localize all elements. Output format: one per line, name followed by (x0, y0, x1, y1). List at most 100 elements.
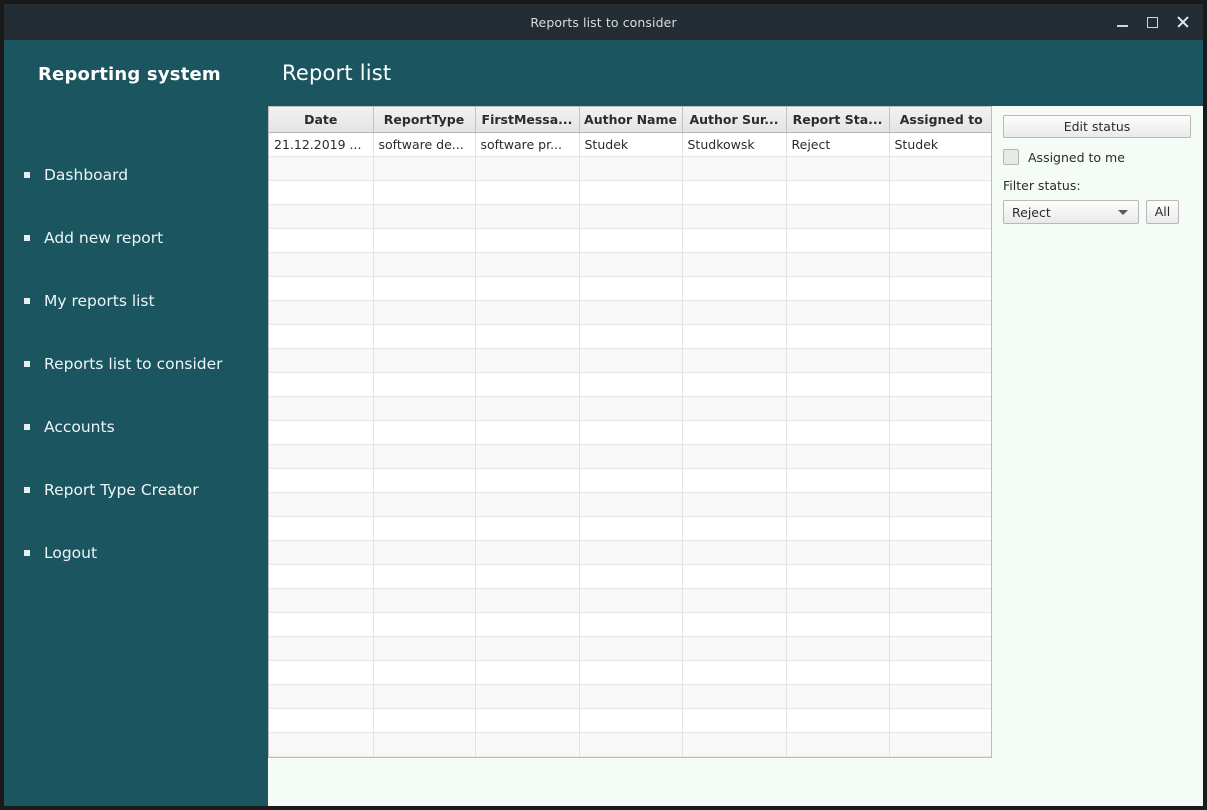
table-cell-empty[interactable] (475, 324, 580, 349)
table-row-empty[interactable] (269, 156, 991, 181)
column-header[interactable]: Assigned to (889, 107, 991, 133)
table-cell-empty[interactable] (889, 204, 991, 229)
table-cell-empty[interactable] (269, 324, 374, 349)
table-cell-empty[interactable] (373, 612, 476, 637)
table-cell-empty[interactable] (889, 276, 991, 301)
table-cell-empty[interactable] (786, 252, 890, 277)
table-row-empty[interactable] (269, 516, 991, 541)
table-cell-empty[interactable] (579, 684, 683, 709)
table-cell-empty[interactable] (373, 444, 476, 469)
table-cell-empty[interactable] (269, 420, 374, 445)
table-cell-empty[interactable] (786, 516, 890, 541)
table-cell-empty[interactable] (786, 276, 890, 301)
table-cell-empty[interactable] (475, 396, 580, 421)
table-cell-empty[interactable] (786, 540, 890, 565)
assigned-to-me-checkbox[interactable] (1003, 149, 1019, 165)
table-cell-empty[interactable] (475, 492, 580, 517)
table-cell-empty[interactable] (475, 612, 580, 637)
table-cell-empty[interactable] (682, 396, 787, 421)
table-row-empty[interactable] (269, 468, 991, 493)
table-cell-empty[interactable] (475, 564, 580, 589)
table-cell-empty[interactable] (889, 564, 991, 589)
table-cell-empty[interactable] (475, 228, 580, 253)
table-row-empty[interactable] (269, 732, 991, 757)
table-cell-empty[interactable] (269, 708, 374, 733)
table-cell-empty[interactable] (889, 396, 991, 421)
table-cell-empty[interactable] (682, 516, 787, 541)
table-cell-empty[interactable] (475, 660, 580, 685)
table-cell-empty[interactable] (269, 180, 374, 205)
table-cell-empty[interactable] (889, 324, 991, 349)
table-cell-empty[interactable] (475, 348, 580, 373)
table-cell-empty[interactable] (889, 468, 991, 493)
table-cell-empty[interactable] (579, 252, 683, 277)
table-row-empty[interactable] (269, 204, 991, 229)
table-cell-empty[interactable] (269, 636, 374, 661)
filter-all-button[interactable]: All (1146, 200, 1179, 224)
table-cell-empty[interactable] (269, 300, 374, 325)
table-cell-empty[interactable] (373, 348, 476, 373)
table-cell-empty[interactable] (373, 660, 476, 685)
table-cell-empty[interactable] (682, 204, 787, 229)
table-cell-empty[interactable] (269, 228, 374, 253)
table-cell-empty[interactable] (269, 660, 374, 685)
table-cell-empty[interactable] (373, 180, 476, 205)
table-cell-empty[interactable] (786, 468, 890, 493)
table-cell-empty[interactable] (475, 588, 580, 613)
table-cell[interactable]: 21.12.2019 ... (269, 132, 374, 157)
table-cell-empty[interactable] (475, 156, 580, 181)
table-cell-empty[interactable] (889, 708, 991, 733)
table-row-empty[interactable] (269, 444, 991, 469)
table-cell-empty[interactable] (373, 636, 476, 661)
table-cell-empty[interactable] (373, 540, 476, 565)
table-cell-empty[interactable] (269, 156, 374, 181)
table-cell-empty[interactable] (475, 708, 580, 733)
table-cell-empty[interactable] (579, 276, 683, 301)
table-cell-empty[interactable] (269, 684, 374, 709)
table-cell-empty[interactable] (682, 444, 787, 469)
table-cell-empty[interactable] (682, 708, 787, 733)
table-cell-empty[interactable] (579, 468, 683, 493)
table-cell-empty[interactable] (786, 300, 890, 325)
table-row-empty[interactable] (269, 540, 991, 565)
table-row-empty[interactable] (269, 276, 991, 301)
table-cell-empty[interactable] (579, 300, 683, 325)
table-row-empty[interactable] (269, 636, 991, 661)
table-cell-empty[interactable] (579, 324, 683, 349)
table-cell-empty[interactable] (682, 636, 787, 661)
table-cell-empty[interactable] (786, 660, 890, 685)
table-cell[interactable]: Studkowsk (682, 132, 787, 157)
sidebar-item-report-type-creator[interactable]: Report Type Creator (4, 458, 268, 521)
table-cell-empty[interactable] (373, 372, 476, 397)
table-cell-empty[interactable] (269, 492, 374, 517)
table-row[interactable]: 21.12.2019 ... software de... software pr.… (269, 132, 991, 157)
table-cell-empty[interactable] (475, 732, 580, 757)
table-row-empty[interactable] (269, 612, 991, 637)
table-cell-empty[interactable] (269, 540, 374, 565)
table-cell-empty[interactable] (269, 372, 374, 397)
table-cell-empty[interactable] (269, 348, 374, 373)
sidebar-item-dashboard[interactable]: Dashboard (4, 143, 268, 206)
table-cell-empty[interactable] (579, 180, 683, 205)
table-cell-empty[interactable] (579, 492, 683, 517)
table-cell-empty[interactable] (269, 468, 374, 493)
table-cell-empty[interactable] (475, 420, 580, 445)
table-cell-empty[interactable] (373, 468, 476, 493)
table-cell-empty[interactable] (682, 252, 787, 277)
table-cell-empty[interactable] (682, 420, 787, 445)
table-cell[interactable]: software de... (373, 132, 476, 157)
table-cell-empty[interactable] (269, 204, 374, 229)
table-cell-empty[interactable] (682, 180, 787, 205)
table-cell-empty[interactable] (786, 324, 890, 349)
table-cell-empty[interactable] (682, 564, 787, 589)
column-header[interactable]: Author Sur... (682, 107, 787, 133)
table-cell-empty[interactable] (786, 180, 890, 205)
table-cell-empty[interactable] (373, 516, 476, 541)
column-header[interactable]: Report Sta... (786, 107, 890, 133)
column-header[interactable]: FirstMessa... (475, 107, 580, 133)
table-cell-empty[interactable] (373, 324, 476, 349)
table-cell-empty[interactable] (682, 492, 787, 517)
table-cell-empty[interactable] (786, 372, 890, 397)
table-row-empty[interactable] (269, 324, 991, 349)
table-cell-empty[interactable] (889, 732, 991, 757)
